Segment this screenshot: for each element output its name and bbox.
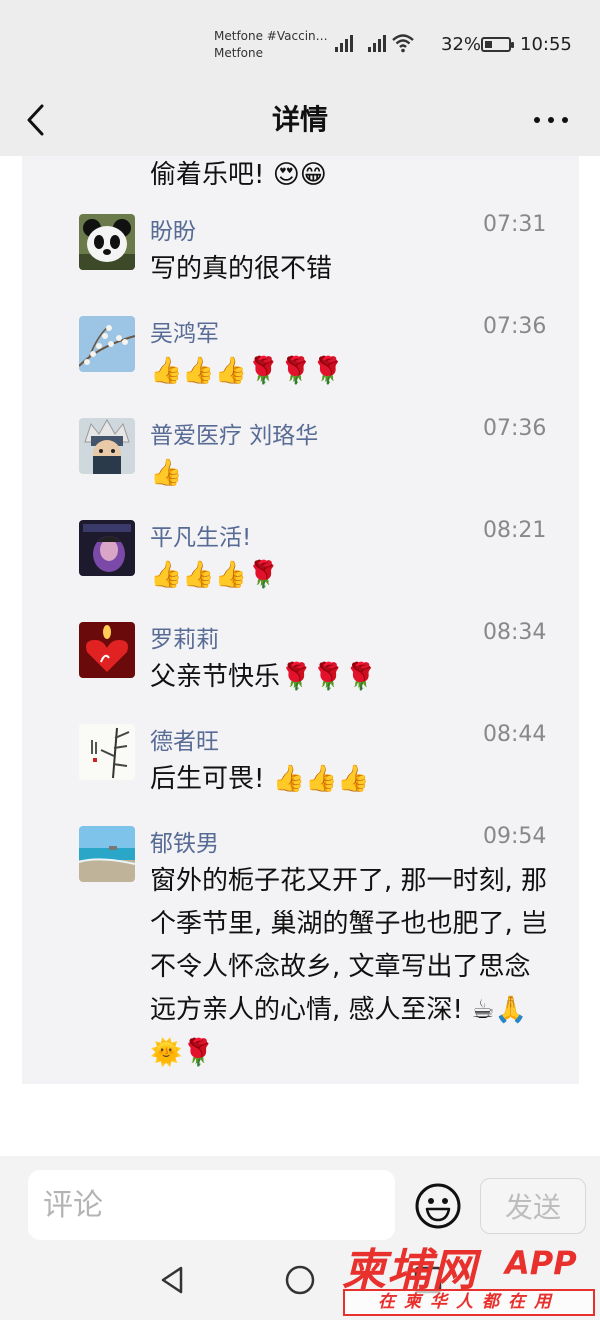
avatar[interactable] [79,826,135,882]
send-button[interactable]: 发送 [480,1178,586,1234]
commenter-name[interactable]: 吴鸿军 [150,314,219,348]
carrier-info: Metfone #Vaccin… Metfone [214,28,328,62]
more-button[interactable] [530,108,572,130]
commenter-name[interactable]: 盼盼 [150,212,196,246]
comment-time: 08:34 [483,620,547,645]
avatar[interactable] [79,724,135,780]
commenter-name[interactable]: 普爱医疗 刘珞华 [150,416,318,450]
battery-icon [481,37,514,52]
nav-home-circle-icon[interactable] [282,1262,318,1298]
partial-comment-text: 偷着乐吧! 😍😁 [150,160,327,190]
comment-time: 07:36 [483,416,547,441]
comments-panel: 偷着乐吧! 😍😁 盼盼 07:31 写的真的很不错 吴鸿军 07:36 👍👍👍🌹… [22,156,579,1084]
wifi-icon [392,34,414,53]
comment-time: 07:31 [483,212,547,237]
comment-text: 写的真的很不错 [150,254,333,284]
nav-back-triangle-icon[interactable] [155,1262,191,1298]
more-dots-icon [534,117,540,123]
battery-percent: 32% [441,34,482,55]
comment-input[interactable] [28,1170,395,1240]
watermark-slogan: 在柬华人都在用 [343,1289,595,1316]
comment-text: 父亲节快乐🌹🌹🌹 [150,662,378,692]
comment-text: 后生可畏! 👍👍👍 [150,764,370,794]
avatar[interactable] [79,622,135,678]
comment-text: 👍👍👍🌹 [150,560,280,590]
ink-bamboo-avatar-icon [79,724,135,780]
comment-text: 👍👍👍🌹🌹🌹 [150,356,345,386]
signal-icon [334,34,356,52]
avatar[interactable] [79,520,135,576]
comment-time: 09:54 [483,824,547,849]
comment-time: 08:44 [483,722,547,747]
nav-bar: 详情 [0,88,600,156]
avatar[interactable] [79,418,135,474]
commenter-name[interactable]: 罗莉莉 [150,620,219,654]
status-time: 10:55 [520,34,572,55]
carrier-line-1: Metfone #Vaccin… [214,29,328,43]
comment-time: 07:36 [483,314,547,339]
page-title: 详情 [271,103,328,136]
panda-avatar-icon [79,214,135,270]
comment-text: 👍 [150,458,183,488]
avatar[interactable] [79,316,135,372]
watermark-app-text: APP [505,1244,577,1282]
comment-time: 08:21 [483,518,547,543]
anime-avatar-icon [79,418,135,474]
avatar[interactable] [79,214,135,270]
beach-avatar-icon [79,826,135,882]
status-bar: Metfone #Vaccin… Metfone 32% 10:55 [0,0,600,88]
emoji-button[interactable] [414,1182,462,1230]
signal-icon-2 [367,34,389,52]
smiley-icon [415,1183,461,1229]
heart-candle-avatar-icon [79,622,135,678]
commenter-name[interactable]: 德者旺 [150,722,219,756]
carrier-line-2: Metfone [214,46,263,60]
dark-photo-avatar-icon [79,520,135,576]
comment-text: 窗外的栀子花又开了, 那一时刻, 那个季节里, 巢湖的蟹子也也肥了, 岂不令人怀… [150,866,548,1068]
commenter-name[interactable]: 平凡生活! [150,518,251,552]
commenter-name[interactable]: 郁铁男 [150,824,219,858]
blossom-avatar-icon [79,316,135,372]
